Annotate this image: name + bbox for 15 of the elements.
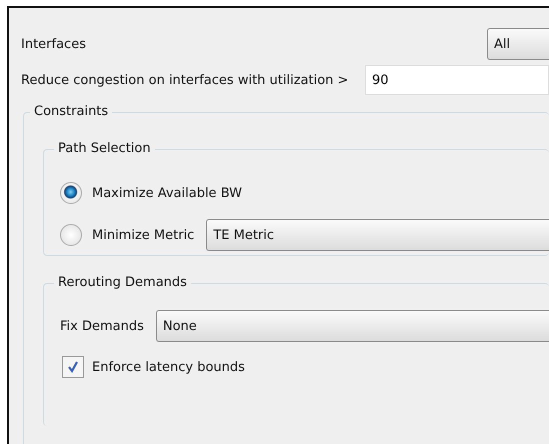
metric-dropdown[interactable]: TE Metric: [206, 219, 549, 251]
congestion-label: Reduce congestion on interfaces with utilization >: [21, 72, 350, 88]
checkmark-icon: [66, 360, 80, 374]
radio-button[interactable]: [60, 224, 82, 246]
rerouting-demands-title: Rerouting Demands: [54, 274, 191, 292]
checkbox-label[interactable]: Enforce latency bounds: [92, 360, 245, 374]
utilization-input-field[interactable]: 90: [365, 65, 549, 95]
checkbox[interactable]: [62, 356, 84, 378]
radio-label[interactable]: Minimize Metric: [92, 228, 194, 242]
fix-demands-label: Fix Demands: [60, 318, 144, 334]
radio-button[interactable]: [60, 182, 82, 204]
radio-label[interactable]: Maximize Available BW: [92, 186, 242, 200]
interfaces-label: Interfaces: [21, 36, 86, 52]
interfaces-dropdown[interactable]: All: [487, 28, 549, 60]
fix-demands-dropdown[interactable]: None: [156, 310, 549, 342]
